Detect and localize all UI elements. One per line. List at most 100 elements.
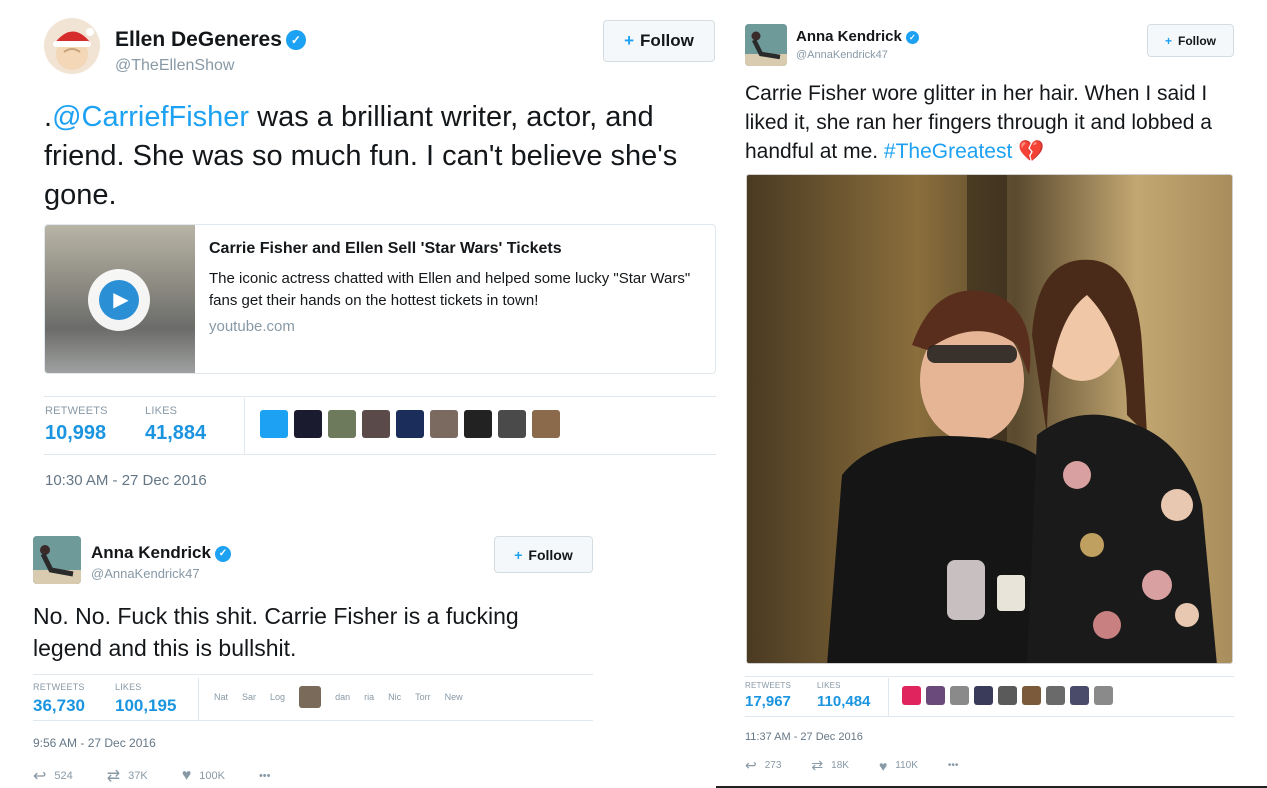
tweet-photo[interactable] [746,174,1233,664]
retweet-button[interactable]: ⇄ 18K [811,757,849,774]
display-name-text[interactable]: Ellen DeGeneres [115,28,282,51]
liker-avatar[interactable] [532,410,560,438]
liker-avatar[interactable] [1022,686,1041,705]
display-name-text[interactable]: Anna Kendrick [796,28,902,45]
liker-avatar[interactable] [260,410,288,438]
liker-avatar[interactable] [998,686,1017,705]
divider [44,454,716,455]
reply-count: 524 [54,770,73,782]
mention-link[interactable]: @CarriefFisher [52,101,249,133]
more-button[interactable]: ••• [259,770,279,782]
liker-avatar[interactable] [1046,686,1065,705]
follow-button[interactable]: + Follow [603,20,715,62]
broken-heart-icon: 💔 [1018,140,1045,163]
divider [745,716,1234,717]
tweet-anna-photo: Anna Kendrick ✓ @AnnaKendrick47 + Follow … [716,0,1267,788]
follow-icon: + [514,546,523,563]
display-name[interactable]: Anna Kendrick ✓ [796,28,919,45]
tweet-text: Carrie Fisher wore glitter in her hair. … [745,79,1245,166]
liker-avatar[interactable] [328,410,356,438]
tweet-text-prefix: . [44,101,53,133]
timestamp[interactable]: 10:30 AM - 27 Dec 2016 [45,472,207,489]
avatar[interactable] [745,24,787,66]
handle[interactable]: @TheEllenShow [115,57,234,75]
tweet-actions: ↩ 524 ⇄ 37K ♥ 100K ••• [33,766,313,786]
link-card[interactable]: ▶ Carrie Fisher and Ellen Sell 'Star War… [44,224,716,374]
likes-count[interactable]: 41,884 [145,422,206,445]
retweets-count[interactable]: 10,998 [45,422,106,445]
liker-avatar[interactable] [902,686,921,705]
like-button[interactable]: ♥ 110K [879,758,918,774]
liker-name[interactable]: New [445,692,463,702]
card-title[interactable]: Carrie Fisher and Ellen Sell 'Star Wars'… [209,240,562,258]
follow-label: Follow [1178,33,1216,48]
liker-avatar[interactable] [294,410,322,438]
liker-avatar[interactable] [950,686,969,705]
tweet-actions: ↩ 273 ⇄ 18K ♥ 110K ••• [745,757,1000,774]
avatar[interactable] [33,536,81,584]
likers-facepile[interactable] [260,410,566,438]
timestamp[interactable]: 9:56 AM - 27 Dec 2016 [33,736,156,750]
divider [44,396,716,397]
verified-icon: ✓ [214,545,231,562]
liker-avatar[interactable] [926,686,945,705]
like-icon: ♥ [878,757,888,774]
likes-count[interactable]: 110,484 [817,693,870,710]
liker-avatar[interactable] [362,410,390,438]
likes-label: LIKES [115,682,142,692]
follow-label: Follow [640,31,694,50]
more-button[interactable]: ••• [948,760,967,771]
liker-avatar[interactable] [299,686,322,708]
reply-count: 273 [764,760,782,771]
play-icon: ▶ [99,280,139,320]
liker-name[interactable]: Nat [214,692,228,702]
reply-button[interactable]: ↩ 273 [745,757,781,774]
retweet-button[interactable]: ⇄ 37K [107,766,148,786]
retweets-count[interactable]: 17,967 [745,693,791,710]
handle[interactable]: @AnnaKendrick47 [91,566,200,581]
photo-image [747,175,1232,663]
follow-button[interactable]: + Follow [1147,24,1234,57]
display-name[interactable]: Ellen DeGeneres ✓ [115,28,306,52]
reply-button[interactable]: ↩ 524 [33,766,73,786]
liker-name[interactable]: Log [270,692,285,702]
more-icon: ••• [947,760,959,771]
liker-avatar[interactable] [464,410,492,438]
display-name-text[interactable]: Anna Kendrick [91,543,211,562]
play-button[interactable]: ▶ [88,269,150,331]
display-name[interactable]: Anna Kendrick ✓ [91,543,231,563]
tweet-ellen: Ellen DeGeneres ✓ @TheEllenShow + Follow … [0,0,716,512]
liker-avatar[interactable] [1070,686,1089,705]
handle[interactable]: @AnnaKendrick47 [796,49,888,61]
timestamp[interactable]: 11:37 AM - 27 Dec 2016 [745,731,863,743]
retweets-label: RETWEETS [745,681,792,690]
video-thumbnail[interactable]: ▶ [45,225,195,373]
like-button[interactable]: ♥ 100K [182,767,225,785]
card-description: The iconic actress chatted with Ellen an… [209,270,691,309]
likes-label: LIKES [145,405,178,417]
liker-name[interactable]: Torr [415,692,431,702]
verified-icon: ✓ [905,30,919,44]
avatar[interactable] [44,18,100,74]
likes-count[interactable]: 100,195 [115,696,176,716]
retweets-count[interactable]: 36,730 [33,696,85,716]
liker-avatar[interactable] [430,410,458,438]
retweet-icon: ⇄ [811,757,824,773]
follow-button[interactable]: + Follow [494,536,593,573]
divider [33,720,593,721]
likers-list[interactable]: Nat Sar Log dan ria Nic Torr New [214,686,463,708]
liker-avatar[interactable] [396,410,424,438]
liker-name[interactable]: ria [364,692,374,702]
hashtag-link[interactable]: #TheGreatest [884,140,1012,163]
liker-avatar[interactable] [1094,686,1113,705]
liker-name[interactable]: dan [335,692,350,702]
liker-name[interactable]: Sar [242,692,256,702]
liker-avatar[interactable] [974,686,993,705]
liker-avatar[interactable] [498,410,526,438]
stats-separator [244,398,245,454]
more-icon: ••• [258,770,271,782]
like-count: 100K [199,770,225,782]
liker-name[interactable]: Nic [388,692,401,702]
likers-facepile[interactable] [902,686,1118,705]
reply-icon: ↩ [33,768,47,785]
